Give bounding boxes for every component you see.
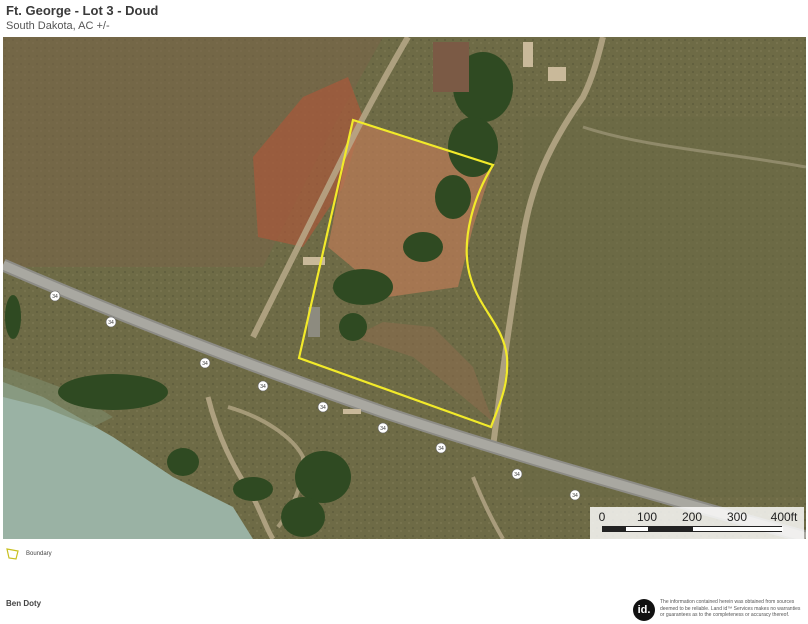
svg-text:34: 34 [260, 384, 266, 390]
highway-shield: 34 [435, 442, 447, 454]
scale-label: 200 [681, 510, 703, 524]
scale-label: 400ft [770, 510, 798, 524]
map-imagery: 34 34 34 34 34 34 34 34 34 [3, 37, 806, 539]
svg-text:34: 34 [108, 320, 114, 326]
scale-line [602, 526, 783, 532]
highway-shield: 34 [317, 401, 329, 413]
svg-text:34: 34 [202, 361, 208, 367]
map-title: Ft. George - Lot 3 - Doud [6, 3, 159, 18]
highway-shield: 34 [199, 357, 211, 369]
svg-text:34: 34 [514, 472, 520, 478]
highway-shield: 34 [49, 290, 61, 302]
highway-shield: 34 [257, 380, 269, 392]
scale-labels: 0 100 200 300 400ft [598, 510, 798, 524]
svg-text:34: 34 [572, 493, 578, 499]
svg-text:34: 34 [320, 405, 326, 411]
highway-shield: 34 [511, 468, 523, 480]
svg-text:34: 34 [380, 426, 386, 432]
disclaimer-text: The information contained herein was obt… [660, 599, 801, 618]
highway-shield: 34 [569, 489, 581, 501]
legend-label: Boundary [26, 551, 52, 557]
highway-shield: 34 [105, 316, 117, 328]
svg-text:34: 34 [52, 294, 58, 300]
scale-label: 300 [726, 510, 748, 524]
svg-text:34: 34 [438, 446, 444, 452]
pasture [523, 117, 806, 497]
map-legend: Boundary [6, 548, 52, 560]
agent-name: Ben Doty [6, 599, 42, 608]
map-subtitle: South Dakota, AC +/- [6, 20, 110, 32]
scale-label: 0 [598, 510, 606, 524]
scale-label: 100 [636, 510, 658, 524]
scale-bar: 0 100 200 300 400ft [590, 507, 804, 539]
satellite-map[interactable]: 34 34 34 34 34 34 34 34 34 0 100 200 300… [3, 37, 806, 539]
boundary-polygon-icon [6, 548, 19, 560]
land-id-logo: id. [633, 599, 655, 621]
highway-shield: 34 [377, 422, 389, 434]
